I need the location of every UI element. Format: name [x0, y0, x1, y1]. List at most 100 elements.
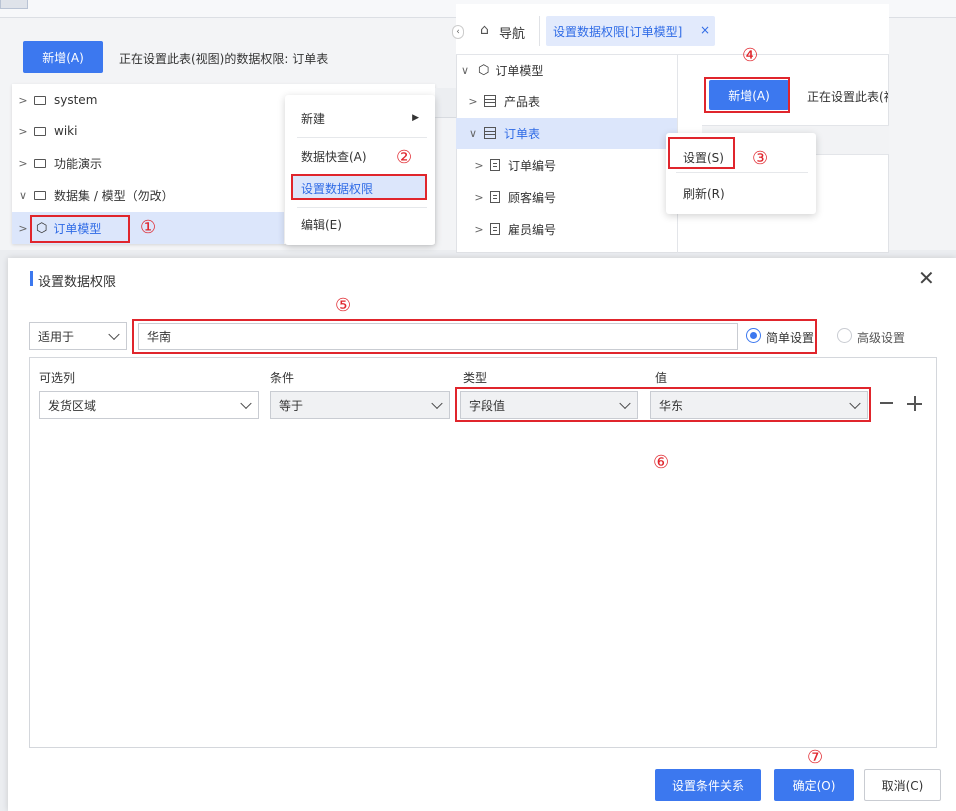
- top-strip-tab: [0, 0, 28, 9]
- tree-item-label: 产品表: [504, 94, 541, 109]
- table-icon: [484, 127, 496, 139]
- column-header-condition: 条件: [270, 371, 295, 385]
- folder-icon: [34, 190, 46, 200]
- tab-label: 设置数据权限[订单模型]: [553, 25, 683, 39]
- tab-set-data-permission[interactable]: 设置数据权限[订单模型] ×: [546, 16, 715, 46]
- bg-new-button[interactable]: 新增(A): [23, 41, 103, 73]
- column-select-value: 发货区域: [48, 398, 97, 413]
- field-icon: [490, 191, 500, 203]
- menu-item-new[interactable]: 新建 ▶: [285, 103, 435, 133]
- step-badge-2: ②: [396, 147, 413, 168]
- step-badge-1: ①: [140, 217, 157, 238]
- nav-tree: ∨ ⬡ 订单模型 > 产品表 ∨ 订单表 > 订单编号 > 顾客编号 > 雇员编号: [456, 54, 678, 253]
- dialog-title: 设置数据权限: [38, 275, 117, 290]
- chevron-down-icon[interactable]: ∨: [460, 64, 470, 77]
- dialog-title-bar-accent: [30, 271, 33, 286]
- menu-divider: [297, 207, 427, 208]
- tree-item[interactable]: > 顾客编号: [474, 181, 556, 213]
- tree-item-label: wiki: [54, 124, 78, 138]
- annotation-box-1: [30, 215, 130, 243]
- tree-item-label: system: [54, 93, 98, 107]
- tree-item[interactable]: > 产品表: [468, 85, 540, 117]
- tree-item[interactable]: > 订单编号: [474, 149, 556, 181]
- chevron-down-icon[interactable]: ∨: [468, 127, 478, 140]
- table-icon: [484, 95, 496, 107]
- folder-icon: [34, 158, 46, 168]
- tree-item-label: 功能演示: [54, 156, 103, 171]
- set-condition-relation-button[interactable]: 设置条件关系: [655, 769, 761, 801]
- field-icon: [490, 159, 500, 171]
- column-header-type: 类型: [463, 371, 488, 385]
- step-badge-3: ③: [752, 148, 769, 169]
- radio-advanced-label[interactable]: 高级设置: [857, 329, 905, 346]
- radio-advanced[interactable]: [837, 328, 852, 343]
- column-header-available: 可选列: [39, 371, 76, 385]
- chevron-right-icon[interactable]: >: [18, 125, 28, 138]
- tree-item[interactable]: ∨ 数据集 / 模型（勿改）: [18, 179, 174, 211]
- chevron-down-icon: [240, 397, 252, 410]
- folder-icon: [34, 95, 46, 105]
- step-badge-7: ⑦: [807, 747, 824, 768]
- cancel-button[interactable]: 取消(C): [864, 769, 941, 801]
- submenu-arrow-icon: ▶: [412, 113, 419, 123]
- add-row-icon[interactable]: [907, 396, 922, 411]
- menu-item-edit[interactable]: 编辑(E): [285, 209, 435, 239]
- tree-item[interactable]: > 功能演示: [18, 147, 102, 179]
- tree-item[interactable]: > 雇员编号: [474, 213, 556, 245]
- menu-item-quick-query[interactable]: 数据快查(A): [285, 141, 435, 171]
- chevron-right-icon[interactable]: >: [468, 95, 478, 108]
- step-badge-5: ⑤: [335, 295, 352, 316]
- chevron-right-icon[interactable]: >: [18, 94, 28, 107]
- cube-icon: ⬡: [478, 62, 490, 78]
- tree-item-label: 订单表: [504, 126, 541, 141]
- step-badge-4: ④: [742, 45, 759, 66]
- tree-item-label: 数据集 / 模型（勿改）: [54, 188, 174, 203]
- annotation-box-3: [668, 137, 735, 169]
- tree-item[interactable]: ∨ ⬡ 订单模型: [460, 54, 543, 86]
- annotation-box-4: [704, 77, 790, 113]
- annotation-box-5: [132, 319, 817, 354]
- chevron-right-icon[interactable]: >: [18, 222, 28, 235]
- apply-to-label: 适用于: [38, 329, 75, 344]
- menu-divider: [676, 172, 808, 173]
- folder-icon: [34, 126, 46, 136]
- tree-item-label: 订单模型: [495, 63, 544, 78]
- tree-item-label: 顾客编号: [508, 190, 557, 205]
- annotation-box-2: [291, 174, 427, 200]
- chevron-right-icon[interactable]: >: [474, 223, 484, 236]
- column-select[interactable]: 发货区域: [39, 391, 259, 419]
- tree-item-label: 订单编号: [508, 158, 557, 173]
- bg-hint-text: 正在设置此表(视图)的数据权限: 订单表: [119, 52, 329, 66]
- nav-hint-text: 正在设置此表(视: [807, 90, 888, 104]
- chevron-right-icon[interactable]: >: [18, 157, 28, 170]
- ok-button[interactable]: 确定(O): [774, 769, 854, 801]
- close-tab-icon[interactable]: ×: [700, 23, 710, 37]
- chevron-down-icon: [108, 328, 120, 341]
- tree-item[interactable]: > system: [18, 84, 97, 116]
- home-icon[interactable]: ⌂: [480, 22, 489, 38]
- menu-divider: [297, 137, 427, 138]
- condition-select[interactable]: 等于: [270, 391, 450, 419]
- apply-to-select[interactable]: 适用于: [29, 322, 127, 350]
- close-icon[interactable]: ✕: [918, 268, 935, 288]
- tab-divider: [539, 16, 540, 46]
- menu-item-label: 数据快查(A): [301, 149, 367, 164]
- remove-row-icon[interactable]: [880, 402, 893, 404]
- nav-label[interactable]: 导航: [499, 23, 525, 42]
- menu-item-label: 编辑(E): [301, 217, 342, 232]
- menu-item-label: 新建: [301, 111, 326, 126]
- condition-select-value: 等于: [279, 398, 304, 413]
- annotation-box-6: [455, 387, 871, 422]
- tree-item-label: 雇员编号: [508, 222, 557, 237]
- context-menu: 新建 ▶ 数据快查(A) 设置数据权限 编辑(E): [285, 95, 435, 245]
- tree-item[interactable]: > wiki: [18, 115, 77, 147]
- chevron-right-icon[interactable]: >: [474, 159, 484, 172]
- menu-item-refresh[interactable]: 刷新(R): [683, 185, 725, 202]
- tree-item-order-table[interactable]: ∨ 订单表: [468, 117, 540, 149]
- field-icon: [490, 223, 500, 235]
- bg-right-gray: [435, 88, 456, 118]
- collapse-icon[interactable]: ‹: [452, 25, 464, 39]
- chevron-right-icon[interactable]: >: [474, 191, 484, 204]
- step-badge-6: ⑥: [653, 452, 670, 473]
- chevron-down-icon[interactable]: ∨: [18, 189, 28, 202]
